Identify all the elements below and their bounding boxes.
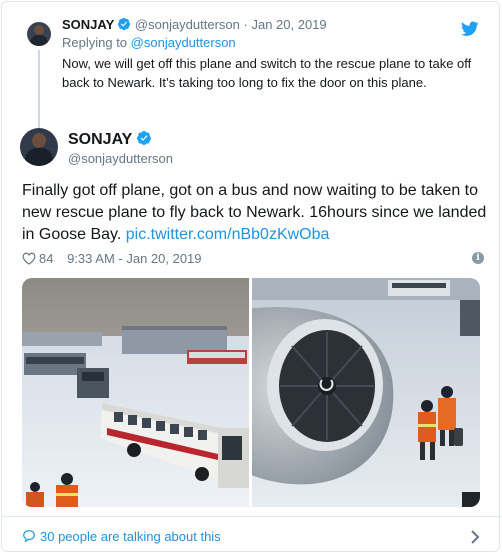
tweet-text: Finally got off plane, got on a bus and …: [22, 180, 492, 246]
author-handle[interactable]: @sonjaydutterson: [68, 150, 173, 168]
author-avatar[interactable]: [20, 128, 58, 166]
header-separator: ·: [243, 17, 248, 32]
author-name-row: SONJAY: [68, 130, 152, 150]
twitter-bird-icon[interactable]: [461, 21, 479, 37]
tweet-timestamp[interactable]: 9:33 AM - Jan 20, 2019: [67, 251, 201, 266]
replying-to-handle-link[interactable]: @sonjaydutterson: [131, 35, 236, 50]
media-photo-engine[interactable]: [252, 278, 480, 507]
tweet-meta-row: 84 9:33 AM - Jan 20, 2019 i: [22, 250, 484, 268]
media-photo-bus[interactable]: [22, 278, 249, 507]
parent-tweet-date[interactable]: Jan 20, 2019: [251, 17, 326, 32]
replying-to-label: Replying to: [62, 35, 128, 50]
like-count: 84: [39, 251, 54, 266]
parent-tweet-body: SONJAY @sonjaydutterson · Jan 20, 2019 R…: [62, 16, 492, 92]
like-button[interactable]: 84: [22, 251, 53, 266]
parent-tweet-header: SONJAY @sonjaydutterson · Jan 20, 2019: [62, 16, 492, 34]
verified-badge-icon: [137, 131, 152, 145]
talking-about-text: 30 people are talking about this: [40, 529, 221, 544]
replying-to-line: Replying to @sonjaydutterson: [62, 34, 492, 52]
parent-tweet-text: Now, we will get off this plane and swit…: [62, 56, 472, 90]
speech-bubble-icon: [23, 530, 35, 543]
engine-scene-image: [252, 278, 480, 507]
tweet-embed-card: SONJAY @sonjaydutterson · Jan 20, 2019 R…: [1, 1, 501, 552]
parent-author-name[interactable]: SONJAY: [62, 17, 114, 32]
chevron-right-icon[interactable]: [470, 530, 480, 544]
thread-connector: [38, 50, 40, 128]
verified-badge-icon: [118, 17, 131, 31]
heart-icon: [22, 252, 36, 265]
conversation-link[interactable]: 30 people are talking about this: [22, 526, 482, 548]
media-link[interactable]: pic.twitter.com/nBb0zKwOba: [126, 226, 330, 243]
author-name[interactable]: SONJAY: [68, 131, 132, 148]
info-icon[interactable]: i: [472, 252, 484, 264]
bus-scene-image: [22, 278, 249, 507]
parent-avatar[interactable]: [27, 22, 51, 46]
footer-divider: [2, 516, 501, 517]
parent-author-handle[interactable]: @sonjaydutterson: [135, 17, 240, 32]
